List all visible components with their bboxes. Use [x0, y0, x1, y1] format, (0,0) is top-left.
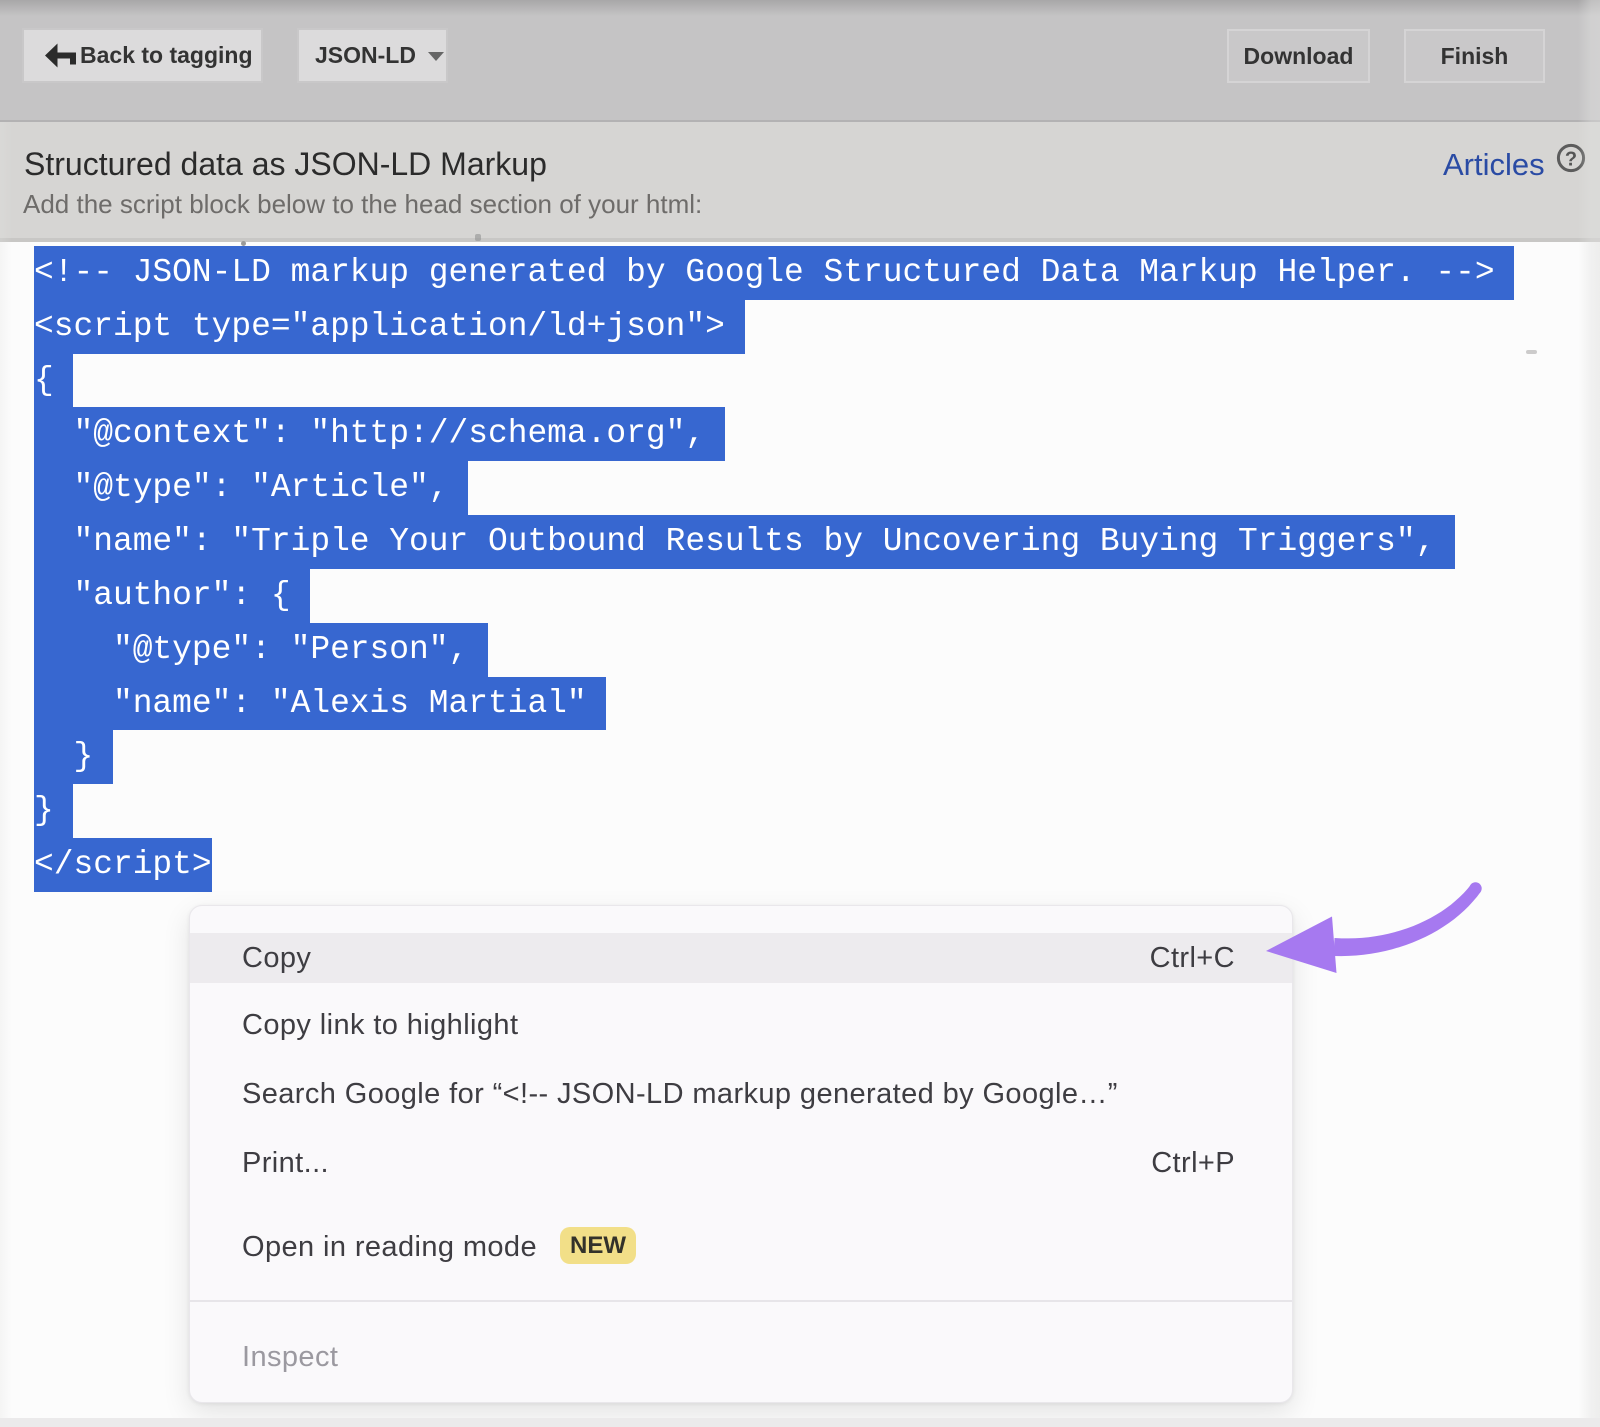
svg-text:?: ?	[1565, 149, 1577, 171]
